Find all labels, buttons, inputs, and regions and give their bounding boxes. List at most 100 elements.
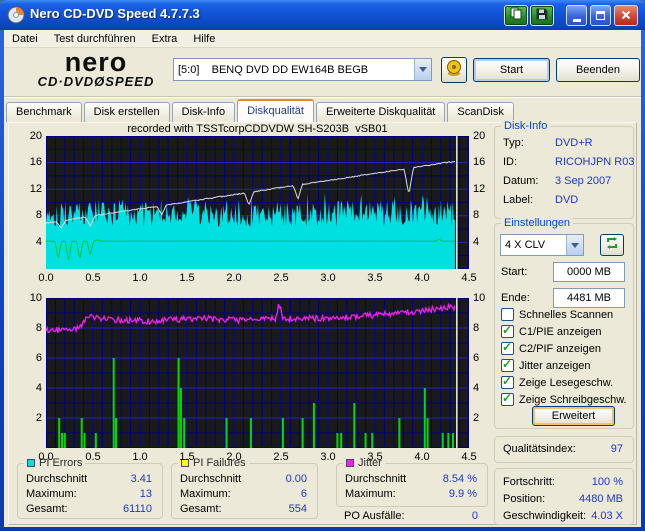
menu-hilfe[interactable]: Hilfe xyxy=(185,32,223,46)
disk-id-value: RICOHJPN R03 xyxy=(555,156,635,168)
checkbox-lesegeschw[interactable]: ✓ xyxy=(501,374,514,389)
quit-button[interactable]: Beenden xyxy=(556,58,640,82)
close-button[interactable] xyxy=(614,5,638,26)
pi-failures-total-value: 554 xyxy=(288,503,307,515)
advanced-button[interactable]: Erweitert xyxy=(532,406,615,426)
disk-type-value: DVD+R xyxy=(555,137,593,149)
progress-value: 100 % xyxy=(591,476,623,488)
tab-disk-info[interactable]: Disk-Info xyxy=(171,102,236,122)
checkbox-c2-pif-label: C2/PIF anzeigen xyxy=(519,343,601,355)
progress-label: Fortschritt: xyxy=(503,476,555,488)
jitter-max-label: Maximum: xyxy=(345,488,396,500)
copy-icon xyxy=(510,7,522,25)
chart-header: recorded with TSSTcorpCDDVDW SH-S203B vS… xyxy=(127,123,388,135)
pi-errors-total-label: Gesamt: xyxy=(26,503,68,515)
pi-failures-avg-label: Durchschnitt xyxy=(180,473,242,485)
y-tick-label: 6 xyxy=(473,351,480,364)
drive-select[interactable]: [5:0] BENQ DVD DD EW164B BEGB xyxy=(173,58,432,81)
pi-errors-max-value: 13 xyxy=(139,488,152,500)
cddvd-speed-logo-text: CD·DVDØSPEED xyxy=(37,74,155,89)
minimize-button[interactable] xyxy=(566,5,587,26)
checkbox-jitter[interactable]: ✓ xyxy=(501,357,514,372)
tab-diskqualitaet[interactable]: Diskqualität xyxy=(237,99,314,122)
disk-info-group: Disk-Info Typ: DVD+R ID: RICOHJPN R03 Da… xyxy=(494,120,635,219)
jitter-max-value: 9.9 % xyxy=(448,488,477,500)
pi-failures-total-label: Gesamt: xyxy=(180,503,222,515)
x-tick-label: 2.5 xyxy=(273,451,289,463)
maximize-icon xyxy=(596,11,605,20)
x-tick-label: 4.0 xyxy=(414,451,430,463)
checkbox-c1-pie-label: C1/PIE anzeigen xyxy=(519,326,602,338)
refresh-button[interactable] xyxy=(600,234,624,256)
disk-date-value: 3 Sep 2007 xyxy=(555,175,612,187)
maximize-button[interactable] xyxy=(590,5,611,26)
pi-errors-stats-box: PI Errors Durchschnitt 3.41 Maximum: 13 … xyxy=(17,457,163,519)
scan-end-field[interactable]: 4481 MB xyxy=(553,288,625,308)
y-tick-label: 8 xyxy=(473,321,480,334)
speed-value: 4.03 X xyxy=(591,510,623,522)
pi-failures-jitter-chart xyxy=(45,298,469,448)
checkbox-c2-pif[interactable]: ✓ xyxy=(501,340,514,355)
scan-start-field[interactable]: 0000 MB xyxy=(553,262,625,282)
x-tick-label: 1.5 xyxy=(179,451,195,463)
jitter-avg-value: 8.54 % xyxy=(442,473,477,485)
title-bar: Nero CD-DVD Speed 4.7.7.3 xyxy=(0,0,645,30)
diskqualitaet-page: recorded with TSSTcorpCDDVDW SH-S203B vS… xyxy=(8,120,637,525)
check-icon: ✓ xyxy=(502,323,513,337)
x-tick-label: 4.5 xyxy=(461,272,477,284)
checkbox-lesegeschw-label: Zeige Lesegeschw. xyxy=(519,377,614,389)
pi-errors-max-label: Maximum: xyxy=(26,488,77,500)
y-tick-label: 2 xyxy=(35,411,42,424)
scan-speed-value: 4 X CLV xyxy=(505,239,546,251)
save-icon xyxy=(536,7,548,25)
x-tick-label: 3.0 xyxy=(320,451,336,463)
po-failures-label: PO Ausfälle: xyxy=(344,510,405,522)
checkbox-c1-pie[interactable]: ✓ xyxy=(501,323,514,338)
save-button[interactable] xyxy=(530,5,554,26)
menu-datei[interactable]: Datei xyxy=(4,32,46,46)
x-tick-label: 4.5 xyxy=(461,451,477,463)
pi-failures-max-label: Maximum: xyxy=(180,488,231,500)
checkbox-schnelles-scannen[interactable]: ✓ xyxy=(501,308,514,321)
pi-errors-avg-label: Durchschnitt xyxy=(26,473,88,485)
disk-date-label: Datum: xyxy=(503,175,539,187)
scan-end-label: Ende: xyxy=(501,292,530,304)
x-tick-label: 1.5 xyxy=(179,272,195,284)
menu-test-durchfuehren[interactable]: Test durchführen xyxy=(46,32,144,46)
copy-to-clipboard-button[interactable] xyxy=(504,5,528,26)
disk-id-label: ID: xyxy=(503,156,518,168)
y-tick-label: 20 xyxy=(29,129,42,142)
refresh-icon xyxy=(605,236,619,255)
checkbox-schreibgeschw[interactable]: ✓ xyxy=(501,391,514,406)
scan-speed-dropdown-button[interactable] xyxy=(566,235,583,255)
scan-speed-select[interactable]: 4 X CLV xyxy=(500,234,584,256)
y-tick-label: 10 xyxy=(473,291,486,304)
x-tick-label: 2.0 xyxy=(226,451,242,463)
tab-scandisk[interactable]: ScanDisk xyxy=(447,102,514,122)
pi-errors-total-value: 61110 xyxy=(123,503,152,515)
y-tick-label: 8 xyxy=(35,209,42,222)
po-failures-value: 0 xyxy=(471,510,478,522)
header-separator xyxy=(4,96,641,98)
y-tick-label: 6 xyxy=(35,351,42,364)
start-button-label: Start xyxy=(499,64,524,76)
eject-button[interactable] xyxy=(441,57,467,83)
tab-benchmark[interactable]: Benchmark xyxy=(6,102,82,122)
menu-extra[interactable]: Extra xyxy=(144,32,186,46)
check-icon: ✓ xyxy=(502,357,513,371)
disk-info-group-title: Disk-Info xyxy=(501,120,551,132)
app-window: Nero CD-DVD Speed 4.7.7.3 Datei Test dur… xyxy=(0,0,645,531)
drive-select-dropdown-button[interactable] xyxy=(414,59,431,80)
minimize-icon xyxy=(572,18,581,22)
quality-index-value: 97 xyxy=(610,443,623,455)
tab-erweiterte-diskqualitaet[interactable]: Erweiterte Diskqualität xyxy=(315,102,446,122)
y-tick-label: 4 xyxy=(35,235,42,248)
tab-disk-erstellen[interactable]: Disk erstellen xyxy=(83,102,170,122)
pi-failures-max-value: 6 xyxy=(300,488,307,500)
x-tick-label: 0.0 xyxy=(38,272,54,284)
y-tick-label: 12 xyxy=(473,182,486,195)
pi-failures-stats-box: PI Failures Durchschnitt 0.00 Maximum: 6… xyxy=(171,457,318,519)
start-button[interactable]: Start xyxy=(473,58,550,82)
check-icon: ✓ xyxy=(502,391,513,405)
quit-button-label: Beenden xyxy=(575,64,621,76)
